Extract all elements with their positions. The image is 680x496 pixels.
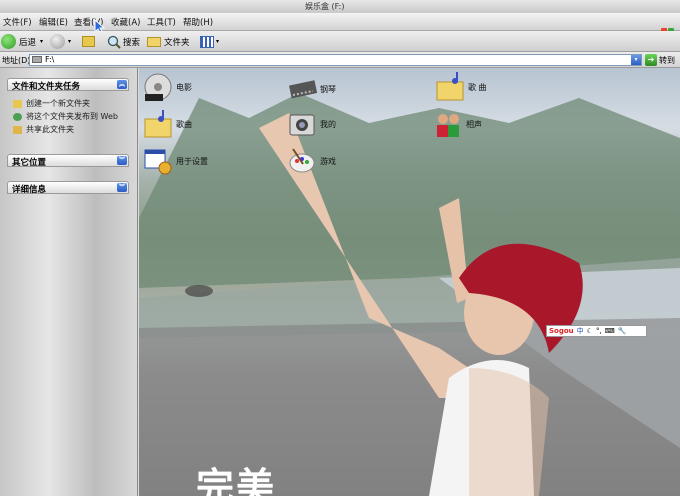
menu-file[interactable]: 文件(F)	[3, 16, 32, 28]
camera-icon	[287, 109, 317, 139]
wrench-icon[interactable]: 🔧	[618, 327, 627, 335]
file-songs-1[interactable]: 歌 曲	[435, 72, 487, 102]
title-bar: 娱乐盒 (F:)	[0, 0, 680, 13]
expand-icon[interactable]: ︾	[117, 183, 127, 192]
task-share-folder[interactable]: 共享此文件夹	[13, 124, 74, 135]
folder-icon	[147, 36, 161, 47]
music-folder-icon	[143, 109, 173, 139]
file-movies[interactable]: 电影	[143, 72, 192, 102]
search-button[interactable]: 搜索	[107, 33, 140, 50]
menu-edit[interactable]: 编辑(E)	[39, 16, 68, 28]
up-folder-button[interactable]	[82, 33, 95, 50]
share-folder-icon	[13, 125, 22, 134]
chevron-down-icon[interactable]: ▾	[68, 38, 71, 45]
address-bar: 地址(D) F:\ ▾ ➔ 转到	[0, 52, 680, 68]
file-label: 游戏	[320, 156, 336, 166]
explorer-window: 娱乐盒 (F:) 文件(F) 编辑(E) 查看(V) 收藏(A) 工具(T) 帮…	[0, 0, 680, 496]
standard-toolbar: 后退 ▾ ▾ 搜索 文件夹 ▾	[0, 31, 680, 52]
task-publish-web[interactable]: 将这个文件夹发布到 Web	[13, 111, 118, 122]
details-title: 详细信息	[12, 185, 47, 195]
details-header[interactable]: 详细信息 ︾	[7, 181, 129, 195]
task-label: 将这个文件夹发布到 Web	[26, 112, 118, 121]
file-tasks-title: 文件和文件夹任务	[12, 82, 81, 92]
forward-button[interactable]: ▾	[50, 33, 71, 50]
file-label: 歌曲	[176, 119, 192, 129]
dvd-icon	[143, 72, 173, 102]
folder-up-icon	[82, 36, 95, 47]
other-places-header[interactable]: 其它位置 ︾	[7, 154, 129, 168]
file-piano[interactable]: 钢琴	[287, 74, 336, 104]
views-button[interactable]: ▾	[200, 33, 219, 50]
paint-icon	[287, 146, 317, 176]
search-icon	[107, 35, 121, 49]
file-settings[interactable]: 用于设置	[143, 146, 208, 176]
other-places-title: 其它位置	[12, 158, 47, 168]
ime-toolbar[interactable]: Sogou 中 ☾ °, ⌨ 🔧	[546, 325, 647, 337]
ime-mode[interactable]: 中	[577, 326, 584, 336]
address-value: F:\	[45, 55, 55, 64]
new-folder-icon	[13, 99, 22, 108]
punctuation-icon[interactable]: °,	[596, 327, 602, 335]
file-label: 钢琴	[320, 84, 336, 94]
menu-favorites[interactable]: 收藏(A)	[111, 16, 140, 28]
file-tasks-header[interactable]: 文件和文件夹任务 ︽	[7, 78, 129, 92]
go-button[interactable]: ➔ 转到	[645, 53, 675, 67]
file-songs-2[interactable]: 歌曲	[143, 109, 192, 139]
go-arrow-icon: ➔	[645, 54, 657, 66]
expand-icon[interactable]: ︾	[117, 156, 127, 165]
task-label: 创建一个新文件夹	[26, 99, 90, 108]
chevron-down-icon[interactable]: ▾	[216, 38, 219, 45]
back-button[interactable]: 后退 ▾	[1, 33, 43, 50]
task-label: 共享此文件夹	[26, 125, 74, 134]
file-label: 我的	[320, 119, 336, 129]
folders-button[interactable]: 文件夹	[147, 33, 190, 50]
ime-brand: Sogou	[549, 327, 574, 335]
address-label: 地址(D)	[2, 56, 31, 65]
keyboard-icon[interactable]: ⌨	[605, 327, 615, 335]
file-mine[interactable]: 我的	[287, 109, 336, 139]
back-label: 后退	[19, 37, 37, 48]
chip-icon	[287, 74, 318, 104]
collapse-icon[interactable]: ︽	[117, 80, 127, 89]
file-label: 歌 曲	[468, 82, 487, 92]
wallpaper-caption: 完美	[196, 465, 277, 496]
task-new-folder[interactable]: 创建一个新文件夹	[13, 98, 90, 109]
globe-icon	[13, 112, 22, 121]
go-label: 转到	[659, 55, 675, 65]
window-title: 娱乐盒 (F:)	[305, 2, 345, 11]
users-icon	[433, 109, 463, 139]
address-input[interactable]: F:\ ▾	[29, 54, 642, 66]
menu-help[interactable]: 帮助(H)	[183, 16, 213, 28]
wallpaper-image	[139, 93, 680, 496]
folder-view: 电影 钢琴 歌 曲 歌曲 我的 相声 用于设置 游戏 完美 Sogou 中 ☾ …	[139, 68, 680, 496]
forward-arrow-icon	[50, 34, 65, 49]
music-folder-icon	[435, 72, 465, 102]
task-pane: 文件和文件夹任务 ︽ 创建一个新文件夹 将这个文件夹发布到 Web 共享此文件夹…	[0, 68, 138, 496]
file-label: 相声	[466, 119, 482, 129]
menu-tools[interactable]: 工具(T)	[147, 16, 176, 28]
menu-bar: 文件(F) 编辑(E) 查看(V) 收藏(A) 工具(T) 帮助(H)	[0, 13, 680, 39]
drive-icon	[32, 56, 42, 63]
chevron-down-icon[interactable]: ▾	[40, 38, 43, 45]
moon-icon[interactable]: ☾	[587, 327, 593, 335]
file-crosstalk[interactable]: 相声	[433, 109, 482, 139]
address-dropdown-icon[interactable]: ▾	[631, 55, 641, 65]
file-label: 电影	[176, 82, 192, 92]
search-label: 搜索	[123, 37, 141, 48]
folders-label: 文件夹	[164, 37, 190, 48]
back-arrow-icon	[1, 34, 16, 49]
views-icon	[200, 35, 214, 48]
settings-gear-icon	[143, 146, 173, 176]
file-games[interactable]: 游戏	[287, 146, 336, 176]
file-label: 用于设置	[176, 156, 208, 166]
